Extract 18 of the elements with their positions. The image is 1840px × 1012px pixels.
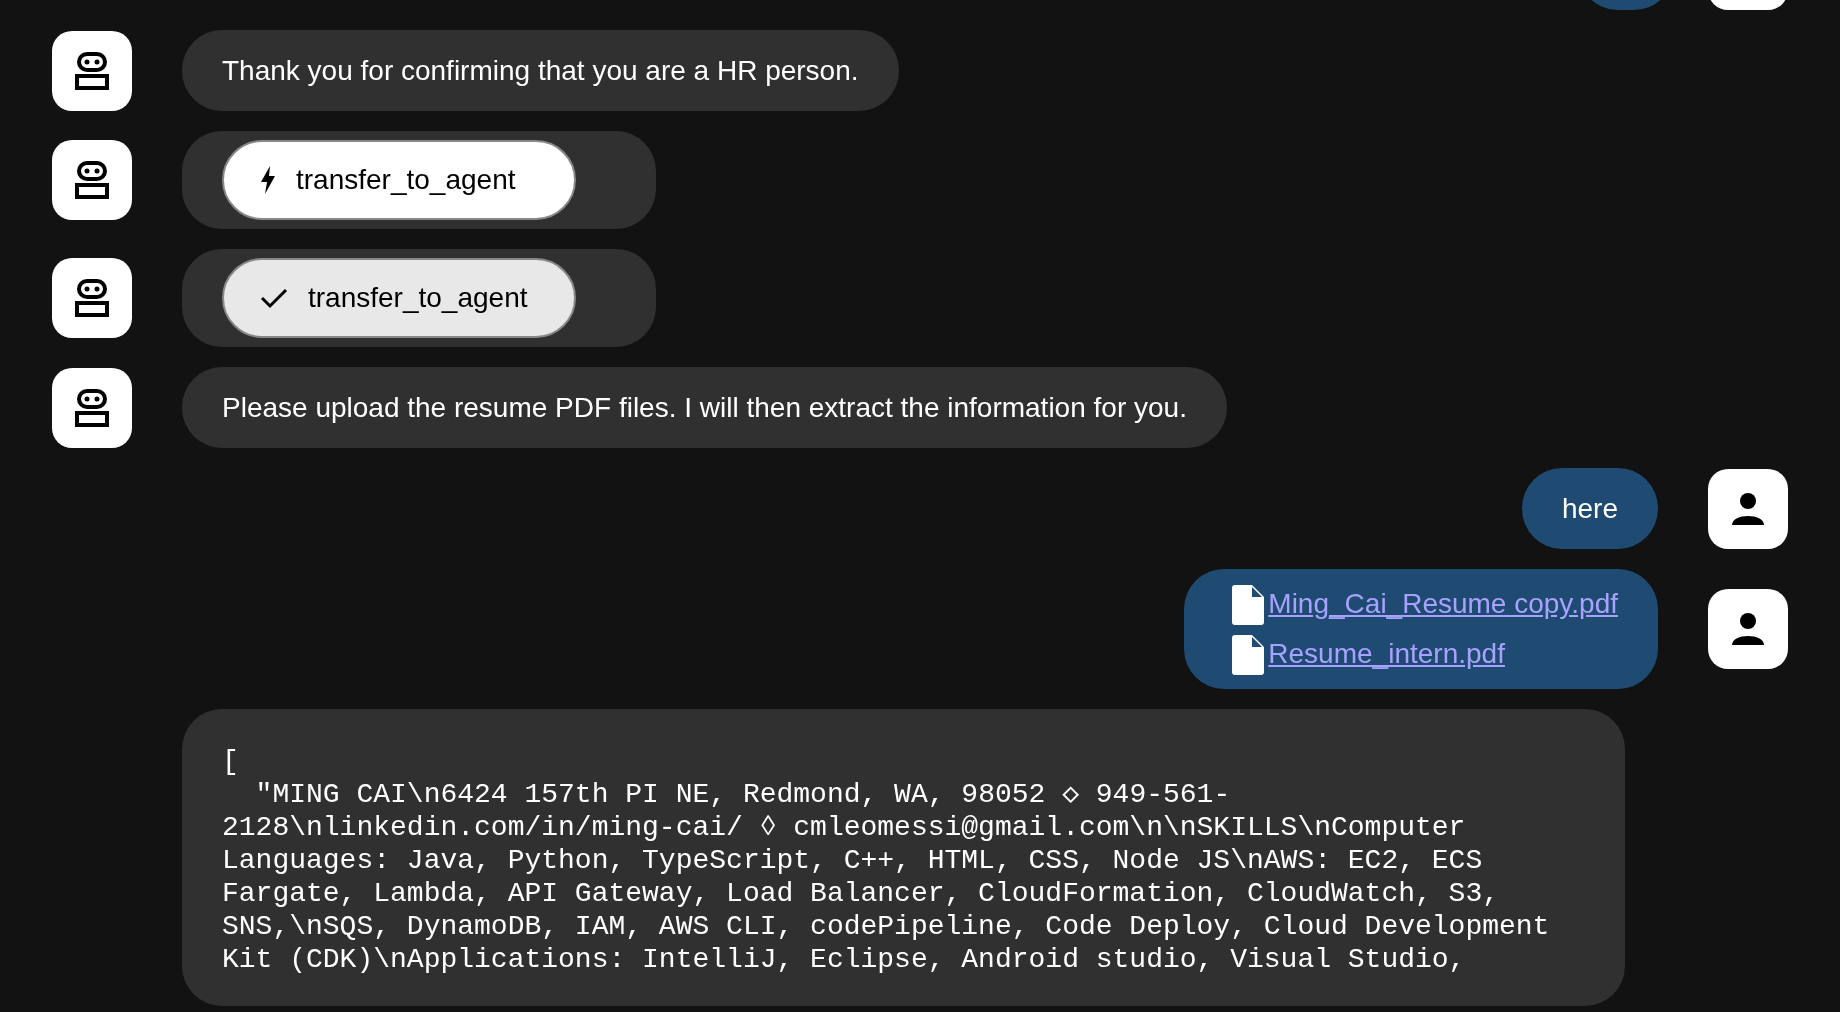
message-bubble: here (1521, 468, 1658, 549)
message-bubble: Thank you for confirming that you are a HR person. (182, 30, 899, 111)
file-link[interactable]: Resume_intern.pdf (1268, 633, 1505, 675)
file-link[interactable]: Ming_Cai_Resume copy.pdf (1268, 583, 1618, 625)
code-text: [ "MING CAI\n6424 157th PI NE, Redmond, WA, 98052 ◇ 949-561-2128\nlinkedin.com/in/ming-cai/ ◊ cmleomessi@gmail.com\n\nSKILLS\nComputer Languages: Java, Python, TypeScript, C++, HTML, CSS, Node JS\nAWS: EC2, ECS Fargate, Lambda, API Gateway, Load Balancer, CloudFormation, CloudWatch, S3, SNS,\nSQS, DynamoDB, IAM, AWS CLI, codePipeline, Code Deploy, Cloud Development Kit (CDK)\nApplications: IntelliJ, Eclipse, Android studio, Visual Studio, (222, 745, 1551, 976)
person-icon (1730, 611, 1766, 647)
robot-icon (74, 279, 110, 317)
check-icon (260, 287, 288, 309)
robot-icon (74, 388, 110, 427)
file-icon (1232, 635, 1265, 675)
robot-icon (74, 161, 110, 199)
file-icon (1232, 585, 1265, 625)
robot-icon (74, 51, 110, 90)
message-bubble: Please upload the resume PDF files. I will then extract the information for you. (182, 367, 1227, 448)
person-icon (1730, 490, 1766, 527)
tool-call-chip[interactable]: transfer_to_agent (222, 258, 576, 338)
lightning-icon (260, 166, 276, 194)
tool-call-chip[interactable]: transfer_to_agent (222, 140, 576, 220)
